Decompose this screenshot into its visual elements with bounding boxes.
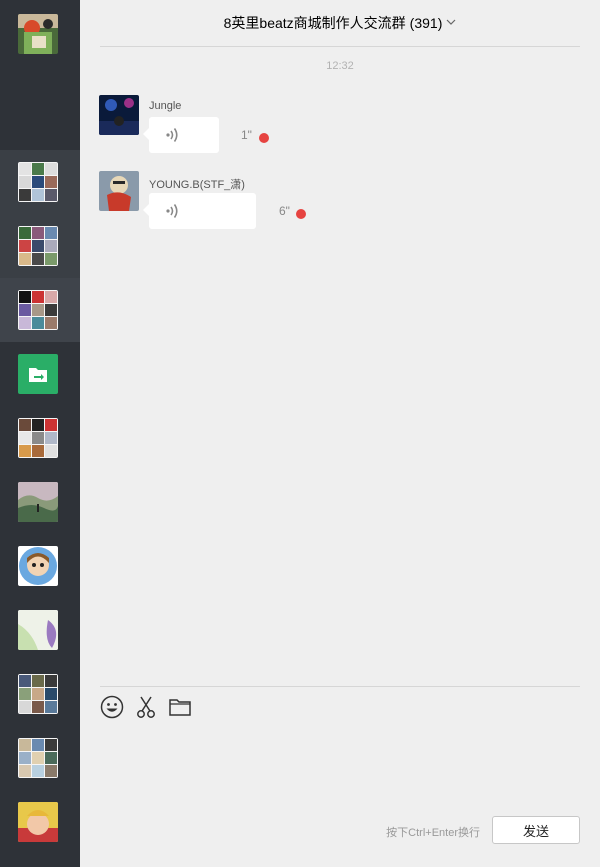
- scissors-icon[interactable]: [133, 694, 159, 720]
- emoji-icon[interactable]: [99, 694, 125, 720]
- sidebar-chat-item[interactable]: [0, 150, 80, 214]
- chat-avatar: [18, 610, 58, 650]
- sidebar-chat-item-active[interactable]: [0, 278, 80, 342]
- chat-avatar: [18, 418, 58, 458]
- chat-panel: 8英里beatz商城制作人交流群 (391) 12:32 Jungle 1" Y…: [80, 0, 600, 867]
- voice-duration: 1": [241, 128, 252, 142]
- sidebar-chat-item[interactable]: [0, 470, 80, 534]
- my-avatar[interactable]: [18, 14, 58, 54]
- voice-message-bubble[interactable]: [143, 193, 256, 229]
- sidebar-chat-item[interactable]: [0, 534, 80, 598]
- chat-avatar: [18, 226, 58, 266]
- sidebar-chat-item[interactable]: [0, 662, 80, 726]
- sidebar-chat-item[interactable]: [0, 790, 80, 854]
- message-timestamp: 12:32: [326, 60, 354, 72]
- chat-avatar: [18, 674, 58, 714]
- input-divider: [100, 686, 580, 687]
- chat-avatar: [18, 802, 58, 842]
- folder-icon[interactable]: [167, 694, 193, 720]
- sidebar-chat-item[interactable]: [0, 406, 80, 470]
- chat-title: 8英里beatz商城制作人交流群: [223, 15, 406, 31]
- chat-avatar: [18, 162, 58, 202]
- voice-wave-icon: [166, 128, 178, 142]
- sidebar-chat-item[interactable]: [0, 726, 80, 790]
- chat-avatar: [18, 290, 58, 330]
- unread-dot: [296, 209, 306, 219]
- sidebar: [0, 0, 80, 867]
- sender-avatar[interactable]: [99, 95, 139, 135]
- chevron-down-icon[interactable]: [446, 17, 456, 30]
- sender-name: YOUNG.B(STF_潇): [149, 179, 245, 191]
- file-transfer-icon: [18, 354, 58, 394]
- sidebar-chat-item[interactable]: [0, 598, 80, 662]
- member-count: (391): [409, 15, 443, 31]
- voice-duration: 6": [279, 204, 290, 218]
- sidebar-file-helper[interactable]: [0, 342, 80, 406]
- sidebar-chat-item[interactable]: [0, 214, 80, 278]
- chat-avatar: [18, 738, 58, 778]
- unread-dot: [259, 133, 269, 143]
- send-button[interactable]: 发送: [492, 816, 580, 844]
- newline-hint: 按下Ctrl+Enter换行: [386, 827, 480, 839]
- sender-avatar[interactable]: [99, 171, 139, 211]
- chat-title-bar[interactable]: 8英里beatz商城制作人交流群 (391): [100, 0, 580, 47]
- chat-avatar: [18, 546, 58, 586]
- voice-wave-icon: [166, 204, 178, 218]
- voice-message-bubble[interactable]: [143, 117, 219, 153]
- chat-avatar: [18, 482, 58, 522]
- sender-name: Jungle: [149, 100, 182, 112]
